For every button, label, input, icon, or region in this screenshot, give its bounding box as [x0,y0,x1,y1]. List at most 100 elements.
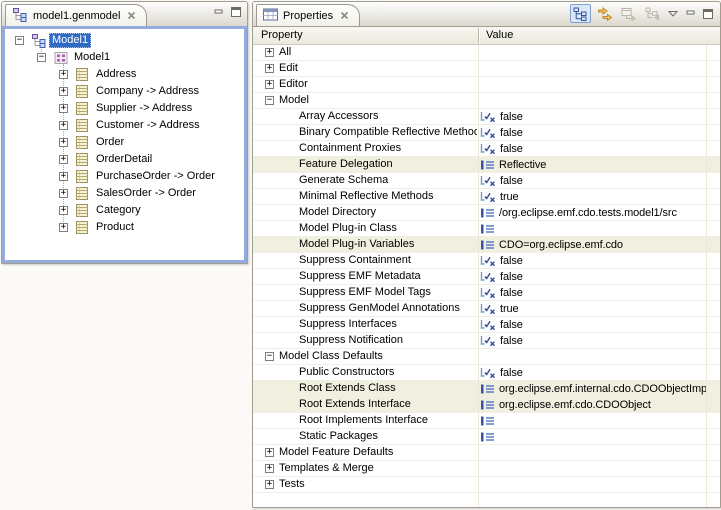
property-category-row[interactable]: +Edit [253,61,720,77]
property-value[interactable]: false [480,109,706,124]
property-row[interactable]: Suppress GenModel Annotationstrue [253,301,720,317]
property-value[interactable]: false [480,317,706,332]
expand-icon[interactable]: + [59,206,68,215]
property-value[interactable] [480,413,706,428]
expand-icon[interactable]: + [265,480,274,489]
expand-icon[interactable]: + [59,138,68,147]
tree-item[interactable]: +Company -> Address [5,83,244,100]
property-category-row[interactable]: +Model Feature Defaults [253,445,720,461]
tree-item[interactable]: +PurchaseOrder -> Order [5,168,244,185]
property-name: Editor [279,77,477,92]
property-row[interactable]: Model Plug-in VariablesCDO=org.eclipse.e… [253,237,720,253]
expand-icon[interactable]: + [265,464,274,473]
property-value[interactable]: false [480,285,706,300]
property-row[interactable]: Minimal Reflective Methodstrue [253,189,720,205]
property-value[interactable]: true [480,301,706,316]
expand-icon[interactable]: + [59,87,68,96]
column-header-value[interactable]: Value [486,27,513,44]
collapse-icon[interactable]: − [37,53,46,62]
property-value[interactable]: false [480,333,706,348]
property-value[interactable]: CDO=org.eclipse.emf.cdo [480,237,706,252]
expand-icon[interactable]: + [265,64,274,73]
expand-icon[interactable]: + [59,155,68,164]
property-row[interactable]: Public Constructorsfalse [253,365,720,381]
property-value[interactable]: org.eclipse.emf.cdo.CDOObject [480,397,706,412]
tree-item[interactable]: +OrderDetail [5,151,244,168]
property-name: Static Packages [299,429,477,444]
show-advanced-properties-button[interactable] [594,4,615,23]
property-row[interactable]: Model Directory/org.eclipse.emf.cdo.test… [253,205,720,221]
property-category-row[interactable]: +Templates & Merge [253,461,720,477]
property-value[interactable] [480,429,706,444]
property-value[interactable]: false [480,365,706,380]
tree-item[interactable]: −Model1 [5,49,244,66]
property-value[interactable] [480,221,706,236]
property-value[interactable]: false [480,173,706,188]
property-row[interactable]: Suppress EMF Model Tagsfalse [253,285,720,301]
property-category-row[interactable]: + Editor [253,77,720,93]
property-row[interactable]: Root Extends Interfaceorg.eclipse.emf.cd… [253,397,720,413]
property-row[interactable]: Static Packages [253,429,720,445]
maximize-button[interactable] [701,4,716,23]
property-value[interactable]: false [480,269,706,284]
maximize-button[interactable] [231,7,242,17]
property-category-row[interactable]: −Model Class Defaults [253,349,720,365]
properties-tab-title: Properties [283,10,333,22]
show-categories-button[interactable] [570,4,591,23]
property-value[interactable]: false [480,141,706,156]
expand-icon[interactable]: + [265,448,274,457]
property-row[interactable]: Containment Proxiesfalse [253,141,720,157]
close-icon[interactable] [127,11,136,20]
property-row[interactable]: Root Implements Interface [253,413,720,429]
minimize-button[interactable] [683,4,698,23]
tree-item[interactable]: +SalesOrder -> Order [5,185,244,202]
tree-item[interactable]: +Customer -> Address [5,117,244,134]
expand-icon[interactable]: + [59,121,68,130]
column-header-property[interactable]: Property [261,27,303,44]
property-value[interactable]: false [480,125,706,140]
tree-item[interactable]: −Model1 [5,32,244,49]
collapse-icon[interactable]: − [15,36,24,45]
property-row[interactable]: Array Accessorsfalse [253,109,720,125]
expand-icon[interactable]: + [265,80,274,89]
expand-icon[interactable]: + [59,189,68,198]
property-row[interactable]: Feature DelegationReflective [253,157,720,173]
expand-icon[interactable]: + [59,223,68,232]
collapse-icon[interactable]: − [265,96,274,105]
tree-item[interactable]: +Product [5,219,244,236]
property-row[interactable]: Generate Schemafalse [253,173,720,189]
close-icon[interactable] [340,11,349,20]
property-category-row[interactable]: +All [253,45,720,61]
expand-icon[interactable]: + [59,104,68,113]
property-row[interactable]: Root Extends Classorg.eclipse.emf.intern… [253,381,720,397]
property-value[interactable]: Reflective [480,157,706,172]
property-name: Minimal Reflective Methods [299,189,477,204]
view-menu-button[interactable] [666,4,680,23]
property-row[interactable]: Suppress Containmentfalse [253,253,720,269]
expand-icon[interactable]: + [265,48,274,57]
property-row[interactable]: Suppress Notificationfalse [253,333,720,349]
tree-item[interactable]: +Order [5,134,244,151]
property-row[interactable]: Suppress Interfacesfalse [253,317,720,333]
expand-icon[interactable]: + [59,70,68,79]
minimize-button[interactable] [214,8,224,17]
tab-model1-genmodel[interactable]: model1.genmodel [5,4,147,26]
editor-tabbar: model1.genmodel [2,2,247,26]
tree-item[interactable]: +Category [5,202,244,219]
tree-item[interactable]: +Address [5,66,244,83]
tree-item[interactable]: +Supplier -> Address [5,100,244,117]
collapse-icon[interactable]: − [265,352,274,361]
property-value[interactable]: /org.eclipse.emf.cdo.tests.model1/src [480,205,706,220]
expand-icon[interactable]: + [59,172,68,181]
property-category-row[interactable]: +Tests [253,477,720,493]
property-row[interactable]: Binary Compatible Reflective Methodsfals… [253,125,720,141]
column-resize-handle[interactable] [478,28,479,43]
property-value[interactable]: org.eclipse.emf.internal.cdo.CDOObjectIm… [480,381,706,396]
property-row[interactable]: Model Plug-in Class [253,221,720,237]
tab-properties[interactable]: Properties [256,4,360,26]
property-value[interactable]: true [480,189,706,204]
genmodel-tree[interactable]: −Model1−Model1+Address+Company -> Addres… [2,26,247,263]
property-row[interactable]: Suppress EMF Metadatafalse [253,269,720,285]
property-value[interactable]: false [480,253,706,268]
property-category-row[interactable]: −Model [253,93,720,109]
